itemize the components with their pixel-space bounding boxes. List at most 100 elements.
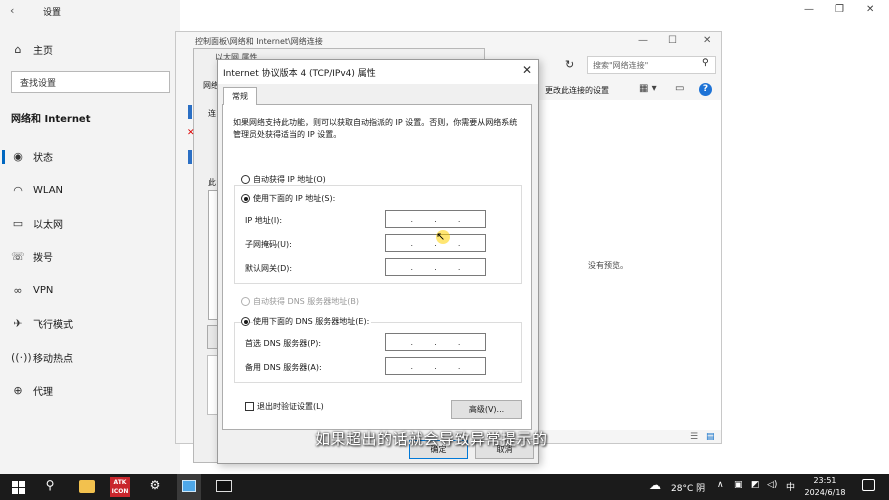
ip-dot: . [434,337,437,347]
nav-wlan-label: WLAN [33,184,64,196]
ip-dot: . [434,361,437,371]
tiles-view-icon[interactable]: ▤ [706,432,715,442]
advanced-button[interactable]: 高级(V)... [451,400,522,419]
validate-on-exit-label: 退出时验证设置(L) [257,402,324,411]
tray-app-icon[interactable]: ▣ [734,480,743,490]
search-icon[interactable]: ⚲ [702,58,709,68]
clock-time[interactable]: 23:51 [808,476,842,485]
nav-hotspot-label: 移动热点 [33,353,73,365]
network-control-panel-icon [182,480,196,492]
atk-app-label: ATK [113,479,127,486]
ip-dot: . [410,361,414,371]
ip-dot: . [457,337,461,347]
gateway-input[interactable]: ... [385,258,486,276]
wifi-icon: ◠ [13,183,23,197]
nav-airplane[interactable]: ✈ 飞行模式 [11,314,73,332]
manual-ip-radio[interactable] [241,194,250,203]
proxy-icon: ⊕ [13,383,23,397]
disconnected-icon: ✕ [187,128,195,138]
dialog-close-icon[interactable]: ✕ [522,63,532,77]
home-icon: ⌂ [14,42,22,56]
clock-date[interactable]: 2024/6/18 [800,488,850,497]
gateway-label: 默认网关(D): [245,264,293,273]
ip-dot: . [410,337,414,347]
ethernet-icon: ▭ [12,216,24,230]
ip-dot: . [410,262,414,272]
manual-dns-radio[interactable] [241,317,250,326]
auto-dns-label: 自动获得 DNS 服务器地址(B) [253,297,360,306]
ip-dot: . [457,238,461,248]
terminal-icon[interactable] [216,480,232,492]
nav-status-label: 状态 [33,152,53,164]
nav-proxy-label: 代理 [33,386,53,398]
preview-pane-icon[interactable]: ▭ [675,83,684,94]
ip-dot: . [457,262,461,272]
ip-dot: . [410,238,414,248]
tray-chevron-icon[interactable]: ∧ [717,480,724,490]
auto-dns-radio[interactable] [241,297,250,306]
restore-icon[interactable]: ❐ [835,4,844,15]
refresh-icon[interactable]: ↻ [565,58,574,71]
ip-address-input[interactable]: ... [385,210,486,228]
weather-cloud-icon[interactable]: ☁ [649,478,661,492]
minimize-icon[interactable]: — [804,4,814,15]
ip-dot: . [434,214,437,224]
validate-on-exit-checkbox[interactable] [245,402,254,411]
close-icon[interactable]: ✕ [866,4,874,15]
nav-home-label: 主页 [33,45,53,57]
section-title: 网络和 Internet [11,114,91,125]
ime-indicator[interactable]: 中 [786,480,795,493]
settings-window-title: 设置 [43,8,62,18]
net-maximize-icon[interactable]: ☐ [668,35,677,46]
help-icon[interactable]: ? [699,83,712,96]
weather-text[interactable]: 28°C 阴 [671,481,705,494]
nav-dialup[interactable]: ☏ 拨号 [11,247,53,265]
ip-dot: . [410,214,414,224]
ip-dot: . [457,361,461,371]
ethernet-adapter-icon-2 [188,150,192,164]
nav-ethernet-label: 以太网 [33,219,63,231]
atk-app-icon[interactable]: ATK ICON [110,477,130,497]
auto-ip-radio[interactable] [241,175,250,184]
nav-status[interactable]: ◉ 状态 [11,147,53,165]
ethernet-adapter-icon [188,105,192,119]
vpn-icon: ∞ [13,283,23,297]
dialup-icon: ☏ [11,249,25,263]
preferred-dns-label: 首选 DNS 服务器(P): [245,339,322,348]
settings-search-input[interactable]: 查找设置 [11,71,170,93]
dialog-description: 如果网络支持此功能，则可以获取自动指派的 IP 设置。否则，你需要从网络系统管理… [233,118,518,139]
nav-wlan[interactable]: ◠ WLAN [11,181,63,199]
alternate-dns-label: 备用 DNS 服务器(A): [245,363,322,372]
ip-address-label: IP 地址(I): [245,216,283,225]
nav-vpn[interactable]: ∞ VPN [11,281,53,299]
preferred-dns-input[interactable]: ... [385,333,486,351]
start-windows-icon[interactable] [12,481,25,494]
net-minimize-icon[interactable]: — [638,35,648,46]
back-arrow-icon[interactable]: ‹ [10,4,14,17]
ethernet-text-fragment-2: 此 [208,178,216,187]
notification-icon[interactable] [862,479,875,491]
dialog-title: Internet 协议版本 4 (TCP/IPv4) 属性 [223,69,376,79]
net-search-input[interactable]: 搜索"网络连接" [587,56,716,74]
tray-network-icon[interactable]: ◩ [751,480,760,490]
view-options-icon[interactable]: ▦ ▾ [639,83,657,94]
manual-dns-label: 使用下面的 DNS 服务器地址(E): [253,316,372,327]
settings-gear-icon[interactable]: ⚙ [145,478,165,492]
tab-general[interactable]: 常规 [223,87,257,105]
change-connection-settings-button[interactable]: 更改此连接的设置 [545,85,609,96]
no-preview-text: 没有预览。 [588,261,628,270]
tray-volume-icon[interactable]: ◁) [767,480,777,490]
nav-home[interactable]: ⌂ 主页 [11,40,54,58]
nav-hotspot[interactable]: ((·)) 移动热点 [11,348,73,366]
airplane-icon: ✈ [13,316,23,330]
ethernet-text-fragment: 连 [208,109,216,118]
hotspot-icon: ((·)) [11,350,32,364]
net-close-icon[interactable]: ✕ [703,35,711,46]
alternate-dns-input[interactable]: ... [385,357,486,375]
nav-ethernet[interactable]: ▭ 以太网 [11,214,63,232]
taskbar-search-icon[interactable]: ⚲ [40,478,60,492]
nav-airplane-label: 飞行模式 [33,319,73,331]
file-explorer-icon[interactable] [79,480,95,493]
nav-proxy[interactable]: ⊕ 代理 [11,381,53,399]
details-view-icon[interactable]: ☰ [690,432,698,442]
